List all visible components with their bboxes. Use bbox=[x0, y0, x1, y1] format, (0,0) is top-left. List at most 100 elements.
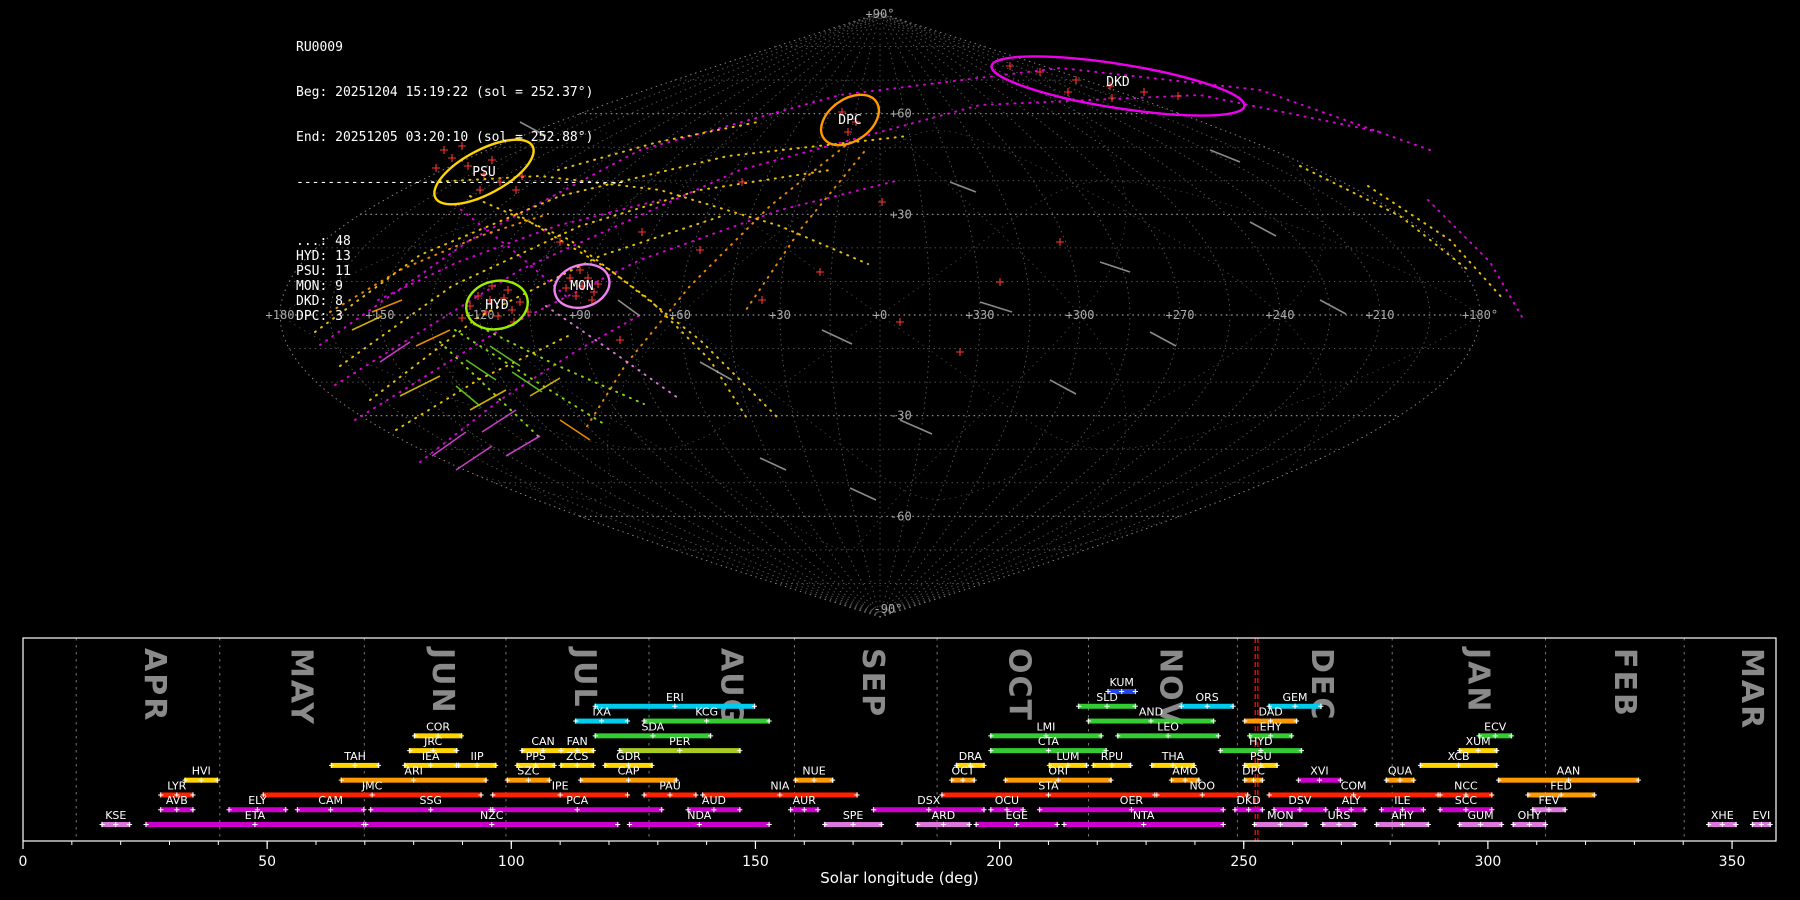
month-label: OCT bbox=[1001, 648, 1036, 722]
shower-label: DKD bbox=[1237, 794, 1261, 807]
meteor-segment bbox=[949, 181, 977, 193]
ra-axis-label: +210 bbox=[1366, 308, 1395, 322]
shower-label: RPU bbox=[1101, 750, 1123, 763]
shower-label: KUM bbox=[1109, 676, 1133, 689]
detection-marker bbox=[1064, 88, 1072, 96]
shower-label: DRA bbox=[959, 750, 983, 763]
shower-label: MON bbox=[1267, 809, 1293, 822]
shower-label: OCT bbox=[951, 765, 974, 778]
shower-label: SCC bbox=[1455, 794, 1478, 807]
shower-count-line: HYD: 13 bbox=[296, 249, 351, 264]
station-id: RU0009 bbox=[296, 40, 343, 55]
shower-label: JRC bbox=[423, 735, 442, 748]
meteor-segment bbox=[849, 487, 877, 501]
detection-marker bbox=[1072, 76, 1080, 84]
meteor-segment bbox=[1319, 299, 1347, 315]
shower-label: HYD bbox=[1249, 735, 1272, 748]
shower-label: HVI bbox=[192, 765, 211, 778]
shower-label: LUM bbox=[1056, 750, 1079, 763]
ra-axis-label: +0 bbox=[873, 308, 887, 322]
shower-activity: HVI bbox=[182, 765, 220, 783]
x-tick-label: 300 bbox=[1475, 854, 1502, 870]
shower-label: EHY bbox=[1260, 720, 1282, 733]
north-pole-label: +90° bbox=[866, 7, 895, 21]
grid-meridian bbox=[879, 12, 1431, 618]
begin-time: Beg: 20251204 15:19:22 (sol = 252.37°) bbox=[296, 85, 594, 100]
shower-label: AUD bbox=[702, 794, 726, 807]
radiant-label: DPC bbox=[838, 113, 861, 128]
header-divider: ----------------------------------------… bbox=[296, 175, 625, 190]
x-tick-label: 350 bbox=[1719, 854, 1746, 870]
shower-label: ERI bbox=[666, 691, 684, 704]
shower-label: DPC bbox=[1242, 765, 1265, 778]
meteor-segment bbox=[821, 329, 853, 345]
shower-label: KSE bbox=[105, 809, 126, 822]
shower-label: KCG bbox=[695, 706, 718, 719]
detection-marker bbox=[1056, 238, 1064, 246]
meteor-segment bbox=[1049, 379, 1077, 395]
detection-marker bbox=[758, 296, 766, 304]
radiant-drift-track bbox=[1367, 185, 1505, 301]
month-label: JUN bbox=[425, 646, 460, 715]
shower-label: ORI bbox=[1048, 765, 1068, 778]
month-label: DEC bbox=[1304, 648, 1339, 721]
shower-label: DSX bbox=[917, 794, 940, 807]
shower-label: DAD bbox=[1258, 706, 1282, 719]
x-axis-title: Solar longitude (deg) bbox=[820, 869, 978, 887]
shower-label: XCB bbox=[1448, 750, 1470, 763]
meteor-segment bbox=[759, 457, 787, 471]
shower-label: LYR bbox=[167, 779, 186, 792]
shower-activity: NUE bbox=[792, 765, 836, 783]
ra-axis-label: +240 bbox=[1266, 308, 1295, 322]
shower-activity: DPC bbox=[1242, 765, 1265, 783]
shower-count-line: DPC: 3 bbox=[296, 309, 343, 324]
meteor-segment bbox=[455, 385, 481, 407]
detection-marker bbox=[878, 198, 886, 206]
month-label: APR bbox=[137, 648, 172, 722]
shower-label: OHY bbox=[1518, 809, 1542, 822]
x-tick-label: 250 bbox=[1230, 854, 1257, 870]
detection-marker bbox=[638, 228, 646, 236]
ra-axis-label: +180° bbox=[1462, 308, 1498, 322]
shower-label: SZC bbox=[517, 765, 540, 778]
shower-activity: OCT bbox=[949, 765, 977, 783]
shower-label: URS bbox=[1328, 809, 1351, 822]
month-label: SEP bbox=[855, 648, 890, 718]
dec-axis-label: +60 bbox=[890, 107, 912, 121]
ra-axis-label: +330 bbox=[966, 308, 995, 322]
shower-label: TAH bbox=[343, 750, 366, 763]
shower-counts: ...: 48 HYD: 13 PSU: 11 MON: 9 DKD: 8 DPC: 3 bbox=[296, 234, 625, 324]
meteor-segment bbox=[465, 359, 497, 381]
radiant-drift-track bbox=[1427, 199, 1526, 323]
shower-label: XVI bbox=[1310, 765, 1328, 778]
shower-label: AHY bbox=[1391, 809, 1414, 822]
shower-label: ECV bbox=[1484, 720, 1507, 733]
x-tick-label: 150 bbox=[742, 854, 769, 870]
shower-label: ZCS bbox=[566, 750, 588, 763]
shower-count-line: ...: 48 bbox=[296, 234, 351, 249]
shower-label: AVB bbox=[166, 794, 188, 807]
shower-label: COR bbox=[426, 720, 450, 733]
shower-count-line: PSU: 11 bbox=[296, 264, 351, 279]
meteor-segment bbox=[455, 445, 493, 471]
shower-label: NUE bbox=[802, 765, 825, 778]
radiant-label: DKD bbox=[1106, 75, 1130, 90]
shower-label: CAM bbox=[318, 794, 343, 807]
report-header: RU0009 Beg: 20251204 15:19:22 (sol = 252… bbox=[296, 10, 625, 339]
shower-count-line: DKD: 8 bbox=[296, 294, 343, 309]
shower-activity: AUR bbox=[788, 794, 821, 813]
shower-label: GUM bbox=[1468, 809, 1494, 822]
shower-label: FAN bbox=[567, 735, 588, 748]
meteor-segment bbox=[379, 341, 411, 363]
shower-label: CAP bbox=[618, 765, 640, 778]
shower-label: NTA bbox=[1133, 809, 1155, 822]
x-tick-label: 200 bbox=[986, 854, 1013, 870]
shower-label: IIP bbox=[471, 750, 484, 763]
shower-label: NOO bbox=[1189, 779, 1215, 792]
shower-activity: KSE bbox=[99, 809, 133, 828]
shower-label: ILE bbox=[1394, 794, 1410, 807]
month-label: JUL bbox=[567, 646, 602, 709]
shower-label: SSG bbox=[419, 794, 442, 807]
south-pole-label: -90° bbox=[874, 602, 903, 616]
shower-label: SDA bbox=[642, 720, 665, 733]
